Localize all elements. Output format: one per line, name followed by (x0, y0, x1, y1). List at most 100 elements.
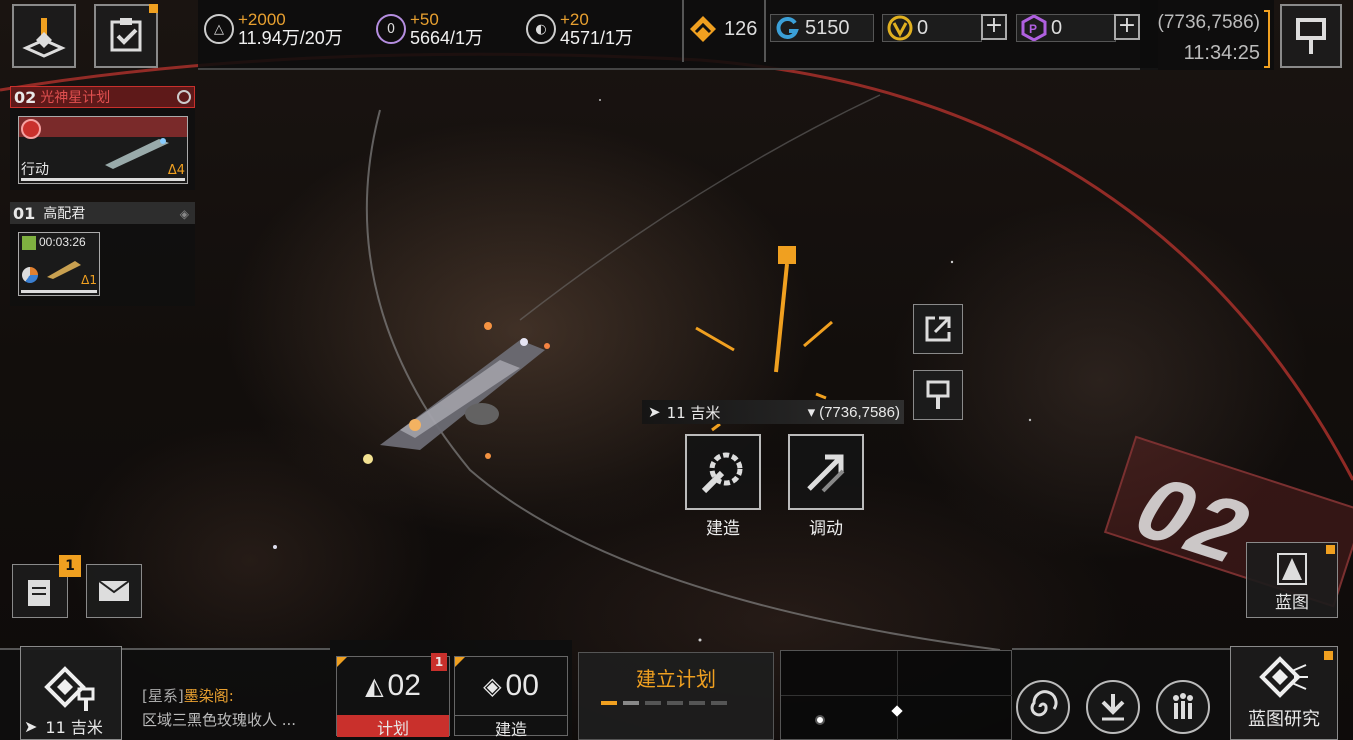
resource-zero[interactable]: 0 +50 5664/1万 (376, 4, 483, 54)
base-icon (22, 18, 66, 58)
crystal-resource-icon: ◐ (526, 14, 556, 44)
add-currency-v-button[interactable]: + (981, 14, 1007, 40)
task-card[interactable]: 00:03:26 Δ1 (18, 232, 100, 296)
chat-preview[interactable]: [星系]墨染阁: 区域三黑色玫瑰收人 ... (142, 684, 322, 732)
download-arrow-icon (1101, 694, 1125, 721)
notes-button[interactable]: 1 (12, 555, 81, 618)
galaxy-view-button[interactable] (1016, 680, 1070, 734)
resource-delta: +50 (410, 10, 439, 29)
chat-channel: [星系] (142, 687, 184, 705)
blueprint-label: 蓝图 (1275, 592, 1309, 613)
build-label: 建造 (706, 519, 740, 539)
task-level: Δ4 (167, 163, 185, 178)
bookmark-button[interactable] (1280, 4, 1342, 68)
bottom-distance-text: 11 吉米 (45, 718, 103, 737)
navigate-arrow-icon: ➤ (24, 716, 38, 736)
rank-value: 126 (724, 17, 758, 40)
fleet-bars-icon (1173, 693, 1193, 719)
minimap-target-marker (891, 705, 903, 717)
resource-triangle[interactable]: △ +2000 11.94万/20万 (204, 4, 343, 54)
target-info-bar: ➤ 11 吉米 ▾ (7736,7586) (642, 400, 904, 424)
resource-delta: +2000 (238, 10, 286, 29)
target-marker (778, 246, 796, 264)
task-item-01[interactable]: 01 高配君 ◈ 00:03:26 Δ1 (10, 202, 195, 306)
location-panel: (7736,7586) 11:34:25 (1140, 0, 1274, 70)
map-overlay (0, 52, 1353, 651)
resource-bar: △ +2000 11.94万/20万 0 +50 5664/1万 ◐ +20 4… (198, 0, 1158, 70)
corner-flag (337, 657, 347, 667)
resource-value: 5664/1万 (410, 28, 484, 48)
transfer-arrows-icon (807, 454, 845, 493)
notes-icon (28, 580, 50, 606)
share-icon (925, 316, 951, 342)
checklist-icon (110, 18, 142, 52)
add-currency-p-button[interactable]: + (1114, 14, 1140, 40)
fleet-ship (363, 322, 550, 464)
transfer-button[interactable] (788, 434, 864, 510)
task-timer: 00:03:26 (39, 235, 86, 249)
tasks-button[interactable] (94, 4, 158, 68)
task-number: 01 (13, 203, 36, 223)
create-plan-button[interactable]: 建立计划 (578, 652, 774, 740)
notification-dot (1326, 545, 1335, 554)
resource-value: 11.94万/20万 (238, 28, 343, 48)
blueprint-icon (1277, 552, 1307, 585)
plan-badge: 1 (431, 653, 447, 671)
build-tab-label: 建造 (455, 715, 567, 739)
blueprint-button[interactable]: 蓝图 (1246, 542, 1338, 618)
coords-text: (7736,7586) (1157, 12, 1260, 33)
task-card[interactable]: 行动 Δ4 (18, 116, 188, 184)
mark-location-button[interactable] (913, 370, 963, 420)
svg-text:P: P (1029, 22, 1037, 36)
blueprint-research-label: 蓝图研究 (1248, 709, 1320, 730)
currency-v-value: 0 (917, 16, 929, 39)
base-button[interactable] (12, 4, 76, 68)
chat-message: 区域三黑色玫瑰收人 ... (142, 711, 297, 729)
pin-small-icon: ▾ (807, 403, 816, 421)
mail-button[interactable] (86, 564, 142, 618)
currency-p-field[interactable]: P 0 (1016, 14, 1116, 42)
build-icon (22, 236, 36, 250)
collect-button[interactable] (1086, 680, 1140, 734)
build-count: 00 (505, 669, 539, 702)
notification-dot (149, 4, 158, 13)
task-item-02[interactable]: 02 光神星计划 行动 Δ4 (10, 86, 195, 190)
resource-delta: +20 (560, 10, 589, 29)
build-button[interactable] (685, 434, 761, 510)
rank-icon (690, 16, 716, 42)
task-title: 光神星计划 (40, 90, 111, 106)
build-tab[interactable]: ◈ 00 建造 (454, 656, 568, 739)
triangle-resource-icon: △ (204, 14, 234, 44)
g-currency-icon (776, 17, 799, 39)
resource-crystal[interactable]: ◐ +20 4571/1万 (526, 4, 633, 54)
diamond-icon: ◈ (179, 207, 189, 221)
transfer-label: 调动 (809, 519, 843, 539)
minimap-player-marker (815, 715, 825, 725)
notification-dot (1324, 651, 1333, 660)
clock-text: 11:34:25 (1183, 42, 1260, 64)
currency-g-field[interactable]: 5150 (770, 14, 874, 42)
minimap[interactable] (780, 650, 1013, 740)
task-level: Δ1 (81, 273, 97, 287)
plan-tab[interactable]: ◭ 02 计划 1 (336, 653, 450, 738)
map-pin-icon (926, 380, 950, 409)
currency-p-value: 0 (1051, 16, 1063, 39)
plan-icon: ◭ (365, 672, 384, 700)
zero-resource-icon: 0 (376, 14, 406, 44)
task-status: 行动 (21, 162, 49, 178)
research-network-icon (1259, 656, 1308, 698)
currency-v-field[interactable]: 0 (882, 14, 982, 42)
mail-icon (98, 580, 130, 601)
blueprint-research-button[interactable]: 蓝图研究 (1230, 646, 1338, 740)
status-circle-icon (177, 90, 191, 104)
plan-label: 计划 (337, 715, 449, 738)
bottom-distance: ➤ 11 吉米 (24, 714, 103, 738)
p-currency-icon: P (1021, 15, 1047, 41)
task-title: 高配君 (43, 206, 86, 222)
map-pin-icon (1296, 18, 1326, 54)
create-plan-label: 建立计划 (636, 667, 716, 691)
share-button[interactable] (913, 304, 963, 354)
plan-count: 02 (387, 669, 421, 702)
rank-indicator[interactable]: 126 (688, 14, 757, 44)
fleet-button[interactable] (1156, 680, 1210, 734)
